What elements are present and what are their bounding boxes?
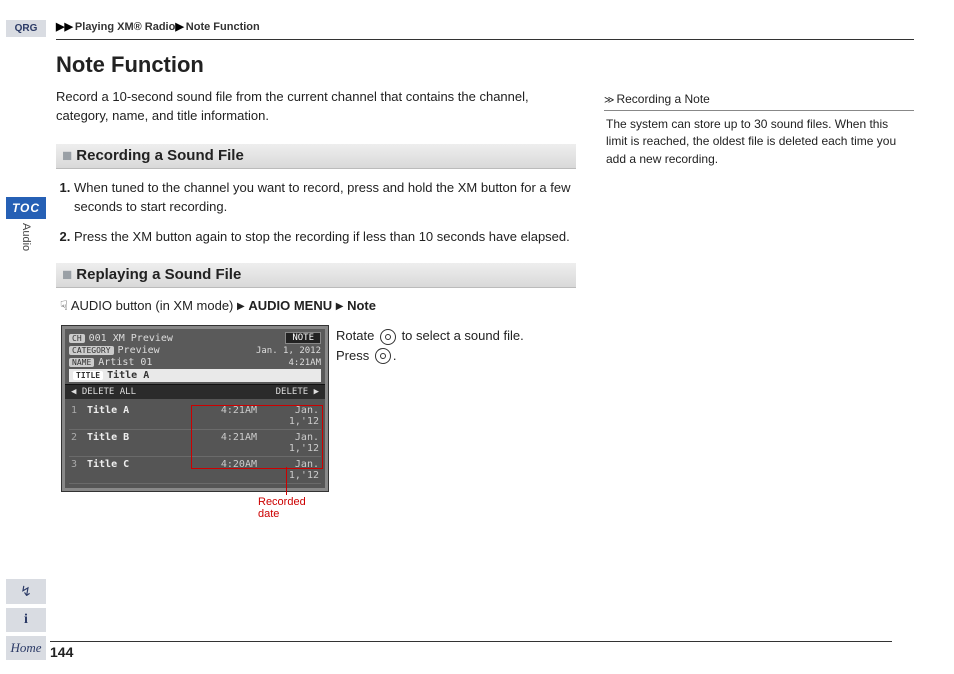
rule	[56, 39, 914, 40]
page-title: Note Function	[56, 52, 914, 78]
side-column: ≫Recording a Note The system can store u…	[604, 88, 914, 531]
voice-tile[interactable]: ↯	[6, 579, 46, 604]
section-heading-replaying: ■ Replaying a Sound File	[56, 263, 576, 288]
rotate-press-instructions: Rotate to select a sound file. Press .	[336, 326, 524, 365]
voice-icon: ↯	[20, 583, 32, 599]
list-item[interactable]: 1 Title A 4:21AM Jan. 1,'12	[69, 403, 321, 430]
double-arrow-icon: ≫	[604, 95, 614, 106]
list-item[interactable]: 2 Title B 4:21AM Jan. 1,'12	[69, 430, 321, 457]
category-tag: CATEGORY	[69, 346, 114, 355]
square-bullet-icon: ■	[62, 147, 72, 164]
list-item[interactable]: 3 Title C 4:20AM Jan. 1,'12	[69, 457, 321, 484]
home-tile[interactable]: Home	[6, 636, 46, 660]
arrow-icon: ▶	[175, 21, 183, 33]
category-value: Preview	[118, 345, 160, 356]
rotary-dial-icon	[380, 329, 396, 345]
toc-tab[interactable]: TOC	[6, 197, 46, 219]
intro-text: Record a 10-second sound file from the c…	[56, 88, 576, 126]
delete-all-button[interactable]: ◀ DELETE ALL	[71, 387, 136, 397]
step-1: When tuned to the channel you want to re…	[74, 179, 576, 217]
section-label: Audio	[20, 223, 32, 251]
side-rail: QRG TOC Audio ↯ i Home	[6, 20, 46, 660]
section-heading-recording: ■ Recording a Sound File	[56, 144, 576, 169]
triangle-icon: ▶	[336, 301, 344, 312]
hand-icon: ☟	[60, 298, 68, 313]
arrow-icon: ▶▶	[56, 21, 73, 33]
side-note-body: The system can store up to 30 sound file…	[604, 110, 914, 173]
name-value: Artist 01	[98, 357, 152, 368]
record-time: 4:21AM	[288, 358, 321, 368]
side-heading: ≫Recording a Note	[604, 92, 914, 106]
title-value: Title A	[107, 370, 149, 381]
callout-label: Recorded date	[258, 496, 322, 520]
device-screenshot: CH 001 XM Preview NOTE CATEGORY Preview …	[62, 326, 328, 491]
press-dial-icon	[375, 348, 391, 364]
name-tag: NAME	[69, 358, 94, 367]
triangle-icon: ▶	[237, 301, 245, 312]
qrg-tab[interactable]: QRG	[6, 20, 46, 37]
nav-path: ☟ AUDIO button (in XM mode) ▶ AUDIO MENU…	[60, 298, 576, 314]
record-date: Jan. 1, 2012	[256, 346, 321, 356]
ch-value: 001 XM Preview	[89, 333, 173, 344]
title-tag: TITLE	[73, 371, 103, 380]
info-tile[interactable]: i	[6, 608, 46, 632]
callout-line	[286, 467, 287, 495]
breadcrumb: ▶▶Playing XM® Radio▶Note Function	[56, 20, 914, 33]
square-bullet-icon: ■	[62, 266, 72, 283]
ch-tag: CH	[69, 334, 85, 343]
delete-button[interactable]: DELETE ▶	[276, 387, 319, 397]
main-column: Record a 10-second sound file from the c…	[56, 88, 576, 531]
step-2: Press the XM button again to stop the re…	[74, 228, 576, 247]
page-number: 144	[50, 641, 892, 660]
note-indicator: NOTE	[285, 332, 321, 344]
